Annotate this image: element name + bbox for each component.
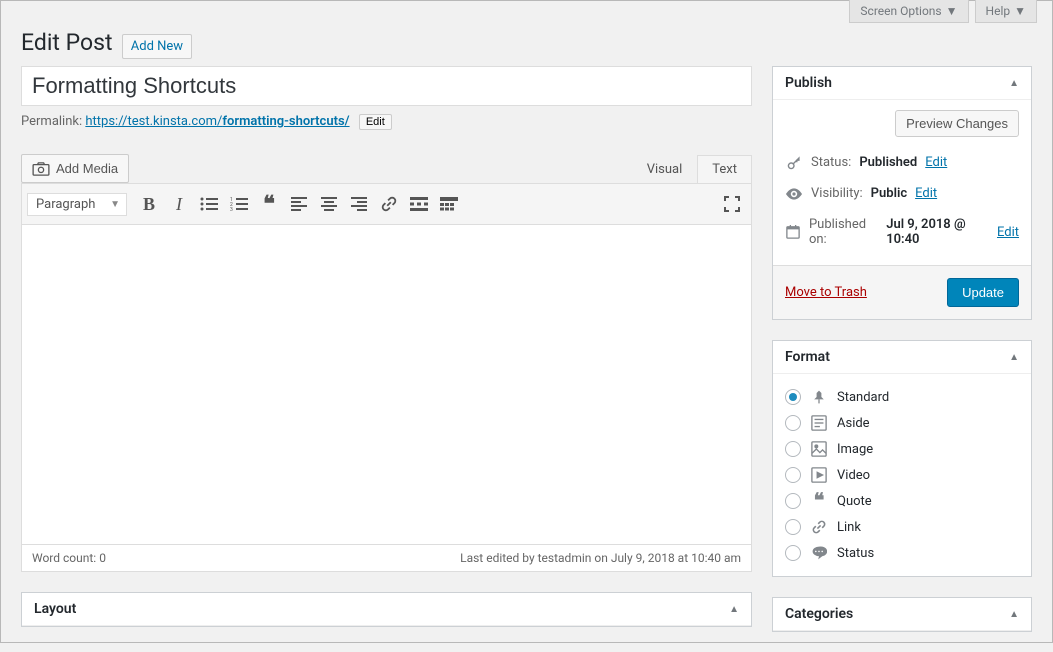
format-panel: Format ▲ Standard Aside Image Video ❝ Quote Li… [772,340,1032,577]
layout-heading: Layout [34,601,76,617]
editor-content[interactable] [21,225,752,545]
screen-options-button[interactable]: Screen Options ▼ [849,0,968,23]
format-option-label: Quote [837,494,872,509]
caret-down-icon: ▼ [110,199,120,210]
help-button[interactable]: Help ▼ [975,0,1037,23]
categories-panel-header[interactable]: Categories ▲ [773,598,1031,631]
tab-text[interactable]: Text [697,155,752,183]
edit-status-link[interactable]: Edit [925,155,947,170]
categories-heading: Categories [785,606,853,622]
format-option-link[interactable]: Link [785,514,1019,540]
permalink-row: Permalink: https://test.kinsta.com/forma… [21,114,752,130]
format-option-label: Video [837,468,870,483]
preview-changes-button[interactable]: Preview Changes [895,110,1019,137]
tab-visual[interactable]: Visual [632,155,698,183]
add-new-button[interactable]: Add New [122,34,192,59]
radio-icon [785,519,801,535]
bullet-list-button[interactable] [195,189,223,219]
help-label: Help [986,4,1011,18]
radio-icon [785,493,801,509]
format-option-quote[interactable]: ❝ Quote [785,488,1019,514]
edit-date-link[interactable]: Edit [997,225,1019,240]
paragraph-select[interactable]: Paragraph ▼ [27,193,127,216]
format-option-standard[interactable]: Standard [785,384,1019,410]
collapse-triangle-icon: ▲ [1009,78,1019,89]
radio-icon [785,415,801,431]
image-icon [809,441,829,457]
video-icon [809,467,829,483]
key-icon [785,156,803,170]
link-icon [809,519,829,535]
radio-icon [785,389,801,405]
pin-icon [809,389,829,405]
add-media-label: Add Media [56,161,118,176]
radio-icon [785,545,801,561]
format-option-status[interactable]: Status [785,540,1019,566]
toolbar-toggle-button[interactable] [435,189,463,219]
visibility-value: Public [871,186,907,201]
quote-icon: ❝ [809,494,829,508]
edit-slug-button[interactable]: Edit [359,114,392,130]
format-option-image[interactable]: Image [785,436,1019,462]
calendar-icon [785,225,801,239]
page-title: Edit Post [21,29,113,56]
screen-options-label: Screen Options [860,4,941,18]
collapse-triangle-icon: ▲ [729,604,739,615]
bold-button[interactable]: B [135,189,163,219]
collapse-triangle-icon: ▲ [1009,352,1019,363]
post-title-input[interactable] [21,66,752,106]
status-value: Published [859,155,917,170]
publish-heading: Publish [785,75,832,91]
align-right-button[interactable] [345,189,373,219]
blockquote-button[interactable]: ❝ [255,189,283,219]
format-option-label: Status [837,546,874,561]
editor-toolbar: Paragraph ▼ B I 123 ❝ [21,183,752,225]
format-option-label: Link [837,520,861,535]
categories-panel: Categories ▲ [772,597,1032,632]
radio-icon [785,467,801,483]
fullscreen-button[interactable] [718,189,746,219]
collapse-triangle-icon: ▲ [1009,609,1019,620]
update-button[interactable]: Update [947,278,1019,307]
publish-panel-header[interactable]: Publish ▲ [773,67,1031,100]
publish-panel: Publish ▲ Preview Changes Status: Publis… [772,66,1032,320]
aside-icon [809,415,829,431]
numbered-list-button[interactable]: 123 [225,189,253,219]
format-option-label: Image [837,442,873,457]
align-center-button[interactable] [315,189,343,219]
last-edited: Last edited by testadmin on July 9, 2018… [460,551,741,565]
caret-down-icon: ▼ [1014,4,1026,18]
published-date: Jul 9, 2018 @ 10:40 [886,217,989,247]
move-to-trash-link[interactable]: Move to Trash [785,285,867,300]
link-button[interactable] [375,189,403,219]
word-count: Word count: 0 [32,551,106,565]
align-left-button[interactable] [285,189,313,219]
radio-icon [785,441,801,457]
permalink-label: Permalink: [21,114,82,129]
format-option-video[interactable]: Video [785,462,1019,488]
layout-panel-header[interactable]: Layout ▲ [22,593,751,626]
camera-icon [32,162,50,176]
edit-visibility-link[interactable]: Edit [915,186,937,201]
format-panel-header[interactable]: Format ▲ [773,341,1031,374]
readmore-button[interactable] [405,189,433,219]
permalink-link[interactable]: https://test.kinsta.com/formatting-short… [85,114,349,129]
format-option-label: Aside [837,416,870,431]
format-option-aside[interactable]: Aside [785,410,1019,436]
caret-down-icon: ▼ [946,4,958,18]
svg-text:3: 3 [230,207,233,211]
status-icon [809,545,829,561]
format-heading: Format [785,349,830,365]
eye-icon [785,188,803,200]
add-media-button[interactable]: Add Media [21,154,129,183]
format-option-label: Standard [837,390,889,405]
italic-button[interactable]: I [165,189,193,219]
